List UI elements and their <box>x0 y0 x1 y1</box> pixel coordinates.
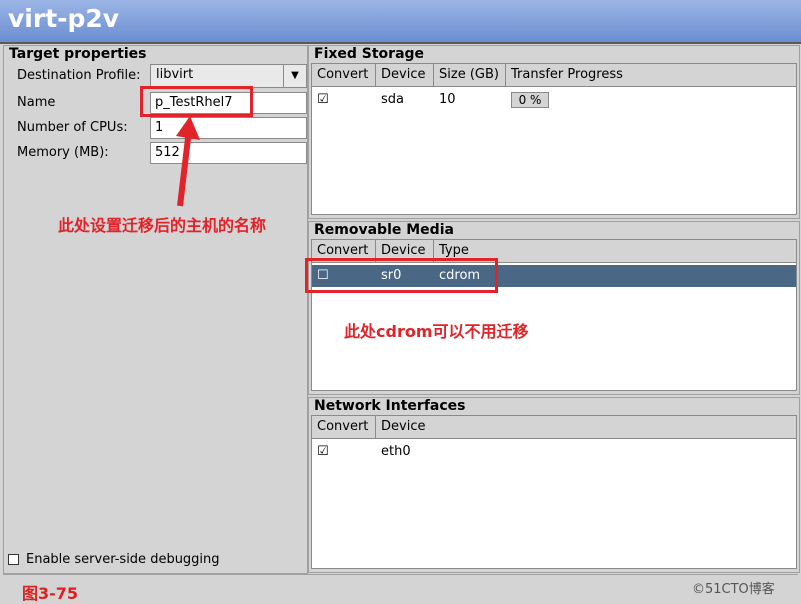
watermark: ©51CTO博客 <box>692 582 775 597</box>
destination-profile-select[interactable]: libvirt ▼ <box>150 64 307 88</box>
device-cell: eth0 <box>381 444 411 459</box>
figure-label: 图3-75 <box>22 584 79 603</box>
network-interfaces-header: Convert Device <box>312 416 796 439</box>
convert-checkbox-sda[interactable]: ☑ <box>317 89 329 111</box>
destination-profile-value: libvirt <box>156 67 194 82</box>
fixed-storage-title: Fixed Storage <box>314 46 425 62</box>
debug-label: Enable server-side debugging <box>26 552 220 567</box>
fixed-storage-frame: Fixed Storage Convert Device Size (GB) T… <box>308 45 800 219</box>
name-annotation: 此处设置迁移后的主机的名称 <box>58 216 267 235</box>
target-properties-title: Target properties <box>9 46 147 62</box>
chevron-down-icon[interactable]: ▼ <box>283 65 306 87</box>
table-row[interactable]: ☑ sda 10 0 % <box>312 89 796 111</box>
memory-label: Memory (MB): <box>17 145 109 160</box>
name-label: Name <box>17 95 56 110</box>
target-properties-panel: Target properties Destination Profile: l… <box>3 45 308 574</box>
removable-media-frame: Removable Media Convert Device Type ☐ sr… <box>308 221 800 395</box>
column-header-transfer-progress[interactable]: Transfer Progress <box>506 64 796 86</box>
size-cell: 10 <box>439 92 456 107</box>
fixed-storage-header: Convert Device Size (GB) Transfer Progre… <box>312 64 796 87</box>
column-header-device[interactable]: Device <box>376 64 434 86</box>
titlebar-divider <box>0 42 801 44</box>
network-interfaces-table: Convert Device ☑ eth0 <box>311 415 797 569</box>
transfer-progress-bar: 0 % <box>511 92 549 108</box>
column-header-size[interactable]: Size (GB) <box>434 64 506 86</box>
device-cell: sda <box>381 92 404 107</box>
network-interfaces-frame: Network Interfaces Convert Device ☑ eth0 <box>308 397 800 573</box>
cdrom-annotation: 此处cdrom可以不用迁移 <box>344 322 529 341</box>
column-header-device[interactable]: Device <box>376 416 796 438</box>
table-row[interactable]: ☑ eth0 <box>312 441 796 463</box>
debug-checkbox[interactable] <box>8 554 19 565</box>
network-interfaces-title: Network Interfaces <box>314 398 466 414</box>
debug-row[interactable]: Enable server-side debugging <box>8 552 220 567</box>
fixed-storage-table: Convert Device Size (GB) Transfer Progre… <box>311 63 797 215</box>
annotation-arrow-icon <box>176 116 200 207</box>
convert-checkbox-eth0[interactable]: ☑ <box>317 441 329 463</box>
cdrom-highlight-box <box>305 258 498 293</box>
bottom-bar <box>3 574 798 602</box>
window-title: virt-p2v <box>8 4 120 33</box>
column-header-convert[interactable]: Convert <box>312 416 376 438</box>
destination-profile-label: Destination Profile: <box>17 68 141 83</box>
removable-media-title: Removable Media <box>314 222 454 238</box>
cpus-label: Number of CPUs: <box>17 120 128 135</box>
window-titlebar: virt-p2v <box>0 0 801 43</box>
column-header-convert[interactable]: Convert <box>312 64 376 86</box>
